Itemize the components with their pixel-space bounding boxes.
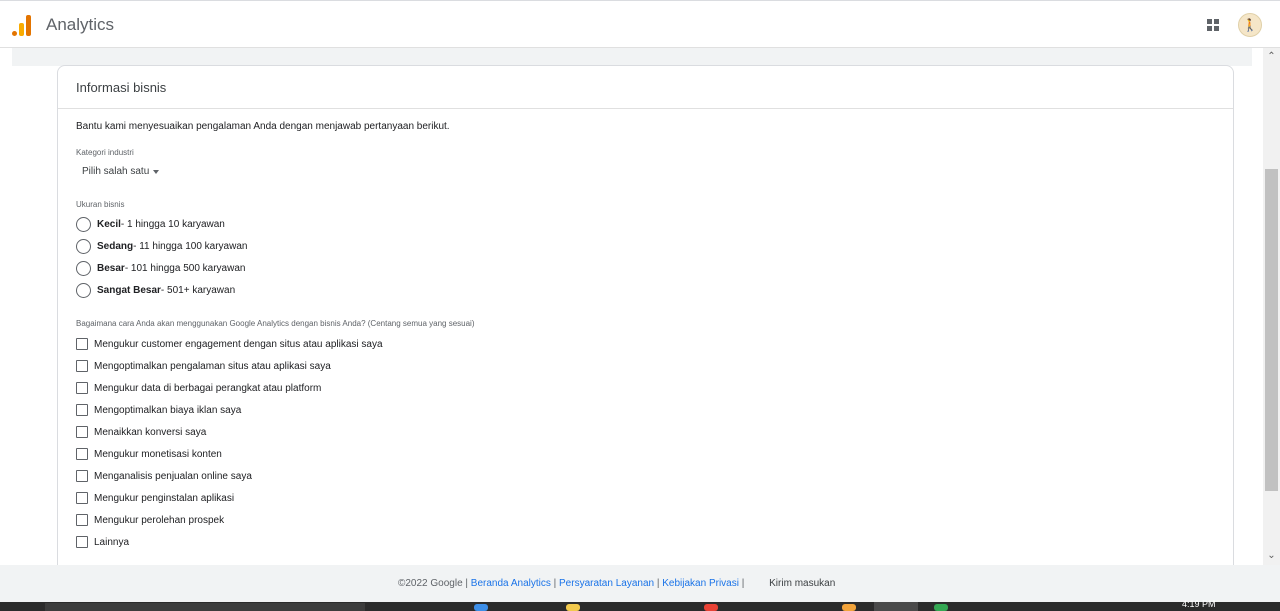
size-option-name: Besar: [97, 262, 125, 274]
size-option-medium[interactable]: Sedang - 11 hingga 100 karyawan: [76, 235, 1215, 257]
usage-option-label: Mengukur customer engagement dengan situ…: [94, 338, 383, 350]
content-background: [12, 48, 1252, 66]
checkbox[interactable]: [76, 382, 88, 394]
usage-option[interactable]: Mengoptimalkan pengalaman situs atau apl…: [76, 355, 1215, 377]
checkbox[interactable]: [76, 514, 88, 526]
usage-option[interactable]: Menganalisis penjualan online saya: [76, 465, 1215, 487]
page-footer: ©2022 Google | Beranda Analytics | Persy…: [0, 565, 1280, 602]
scroll-up-arrow-icon[interactable]: ⌃: [1263, 50, 1280, 64]
avatar[interactable]: 🚶: [1238, 13, 1262, 37]
industry-dropdown[interactable]: Pilih salah satu: [82, 166, 160, 177]
usage-option[interactable]: Menaikkan konversi saya: [76, 421, 1215, 443]
checkbox[interactable]: [76, 426, 88, 438]
radio-button[interactable]: [76, 238, 91, 254]
scrollbar-thumb[interactable]: [1265, 169, 1278, 491]
link-terms-of-service[interactable]: Persyaratan Layanan: [559, 578, 654, 589]
usage-option-label: Mengukur penginstalan aplikasi: [94, 492, 235, 504]
card-title: Informasi bisnis: [58, 66, 1233, 109]
checkbox[interactable]: [76, 470, 88, 482]
taskbar-app-icon[interactable]: [474, 604, 488, 611]
taskbar-app-icon[interactable]: [934, 604, 948, 611]
business-size-radio-group: Kecil - 1 hingga 10 karyawan Sedang - 11…: [76, 213, 1215, 301]
checkbox[interactable]: [76, 448, 88, 460]
size-option-desc: - 501+ karyawan: [160, 284, 236, 296]
usage-option-label: Mengoptimalkan biaya iklan saya: [94, 404, 242, 416]
usage-option[interactable]: Lainnya: [76, 531, 1215, 553]
taskbar-active-app-icon[interactable]: [874, 602, 918, 611]
link-privacy-policy[interactable]: Kebijakan Privasi: [662, 578, 739, 589]
size-option-desc: - 101 hingga 500 karyawan: [124, 262, 246, 274]
business-info-card: Informasi bisnis Bantu kami menyesuaikan…: [57, 65, 1234, 575]
usage-option-label: Lainnya: [94, 536, 130, 548]
copyright: ©2022 Google: [398, 578, 463, 589]
size-option-desc: - 11 hingga 100 karyawan: [133, 240, 248, 252]
os-taskbar: 4:19 PM: [0, 599, 1280, 611]
taskbar-app-icon[interactable]: [566, 604, 580, 611]
radio-button[interactable]: [76, 260, 91, 276]
checkbox[interactable]: [76, 536, 88, 548]
usage-option[interactable]: Mengukur monetisasi konten: [76, 443, 1215, 465]
usage-label: Bagaimana cara Anda akan menggunakan Goo…: [76, 319, 475, 328]
usage-option-label: Mengukur perolehan prospek: [94, 514, 225, 526]
usage-option-label: Mengukur monetisasi konten: [94, 448, 222, 460]
radio-button[interactable]: [76, 216, 91, 232]
taskbar-app-icon[interactable]: [842, 604, 856, 611]
top-app-bar: Analytics 🚶: [0, 0, 1280, 48]
usage-checkbox-group: Mengukur customer engagement dengan situ…: [76, 333, 1215, 553]
send-feedback-button[interactable]: Kirim masukan: [769, 578, 835, 589]
link-analytics-home[interactable]: Beranda Analytics: [471, 578, 551, 589]
usage-option[interactable]: Mengukur perolehan prospek: [76, 509, 1215, 531]
size-option-large[interactable]: Besar - 101 hingga 500 karyawan: [76, 257, 1215, 279]
checkbox[interactable]: [76, 492, 88, 504]
scroll-down-arrow-icon[interactable]: ⌄: [1263, 549, 1280, 563]
usage-option[interactable]: Mengukur penginstalan aplikasi: [76, 487, 1215, 509]
caret-down-icon: [153, 169, 160, 174]
size-option-name: Sedang: [97, 240, 134, 252]
radio-button[interactable]: [76, 282, 91, 298]
size-option-small[interactable]: Kecil - 1 hingga 10 karyawan: [76, 213, 1215, 235]
vertical-scrollbar[interactable]: ⌃ ⌄: [1263, 48, 1280, 565]
usage-option-label: Mengukur data di berbagai perangkat atau…: [94, 382, 322, 394]
app-title[interactable]: Analytics: [46, 15, 114, 35]
apps-grid-icon[interactable]: [1207, 19, 1219, 31]
card-body: Bantu kami menyesuaikan pengalaman Anda …: [58, 109, 1233, 565]
usage-option[interactable]: Mengukur customer engagement dengan situ…: [76, 333, 1215, 355]
checkbox[interactable]: [76, 338, 88, 350]
taskbar-search-box[interactable]: [45, 603, 365, 611]
size-option-name: Kecil: [97, 218, 121, 230]
usage-option[interactable]: Mengoptimalkan biaya iklan saya: [76, 399, 1215, 421]
taskbar-app-icon[interactable]: [704, 604, 718, 611]
checkbox[interactable]: [76, 404, 88, 416]
industry-label: Kategori industri: [76, 148, 134, 157]
analytics-logo-icon[interactable]: [12, 14, 32, 36]
usage-option-label: Menganalisis penjualan online saya: [94, 470, 252, 482]
taskbar-clock: 4:19 PM: [1182, 599, 1216, 609]
usage-option-label: Menaikkan konversi saya: [94, 426, 207, 438]
size-option-name: Sangat Besar: [97, 284, 161, 296]
industry-dropdown-value: Pilih salah satu: [82, 166, 150, 177]
checkbox[interactable]: [76, 360, 88, 372]
size-option-very-large[interactable]: Sangat Besar - 501+ karyawan: [76, 279, 1215, 301]
usage-option[interactable]: Mengukur data di berbagai perangkat atau…: [76, 377, 1215, 399]
business-size-label: Ukuran bisnis: [76, 200, 125, 209]
size-option-desc: - 1 hingga 10 karyawan: [120, 218, 225, 230]
intro-text: Bantu kami menyesuaikan pengalaman Anda …: [76, 121, 450, 132]
usage-option-label: Mengoptimalkan pengalaman situs atau apl…: [94, 360, 331, 372]
